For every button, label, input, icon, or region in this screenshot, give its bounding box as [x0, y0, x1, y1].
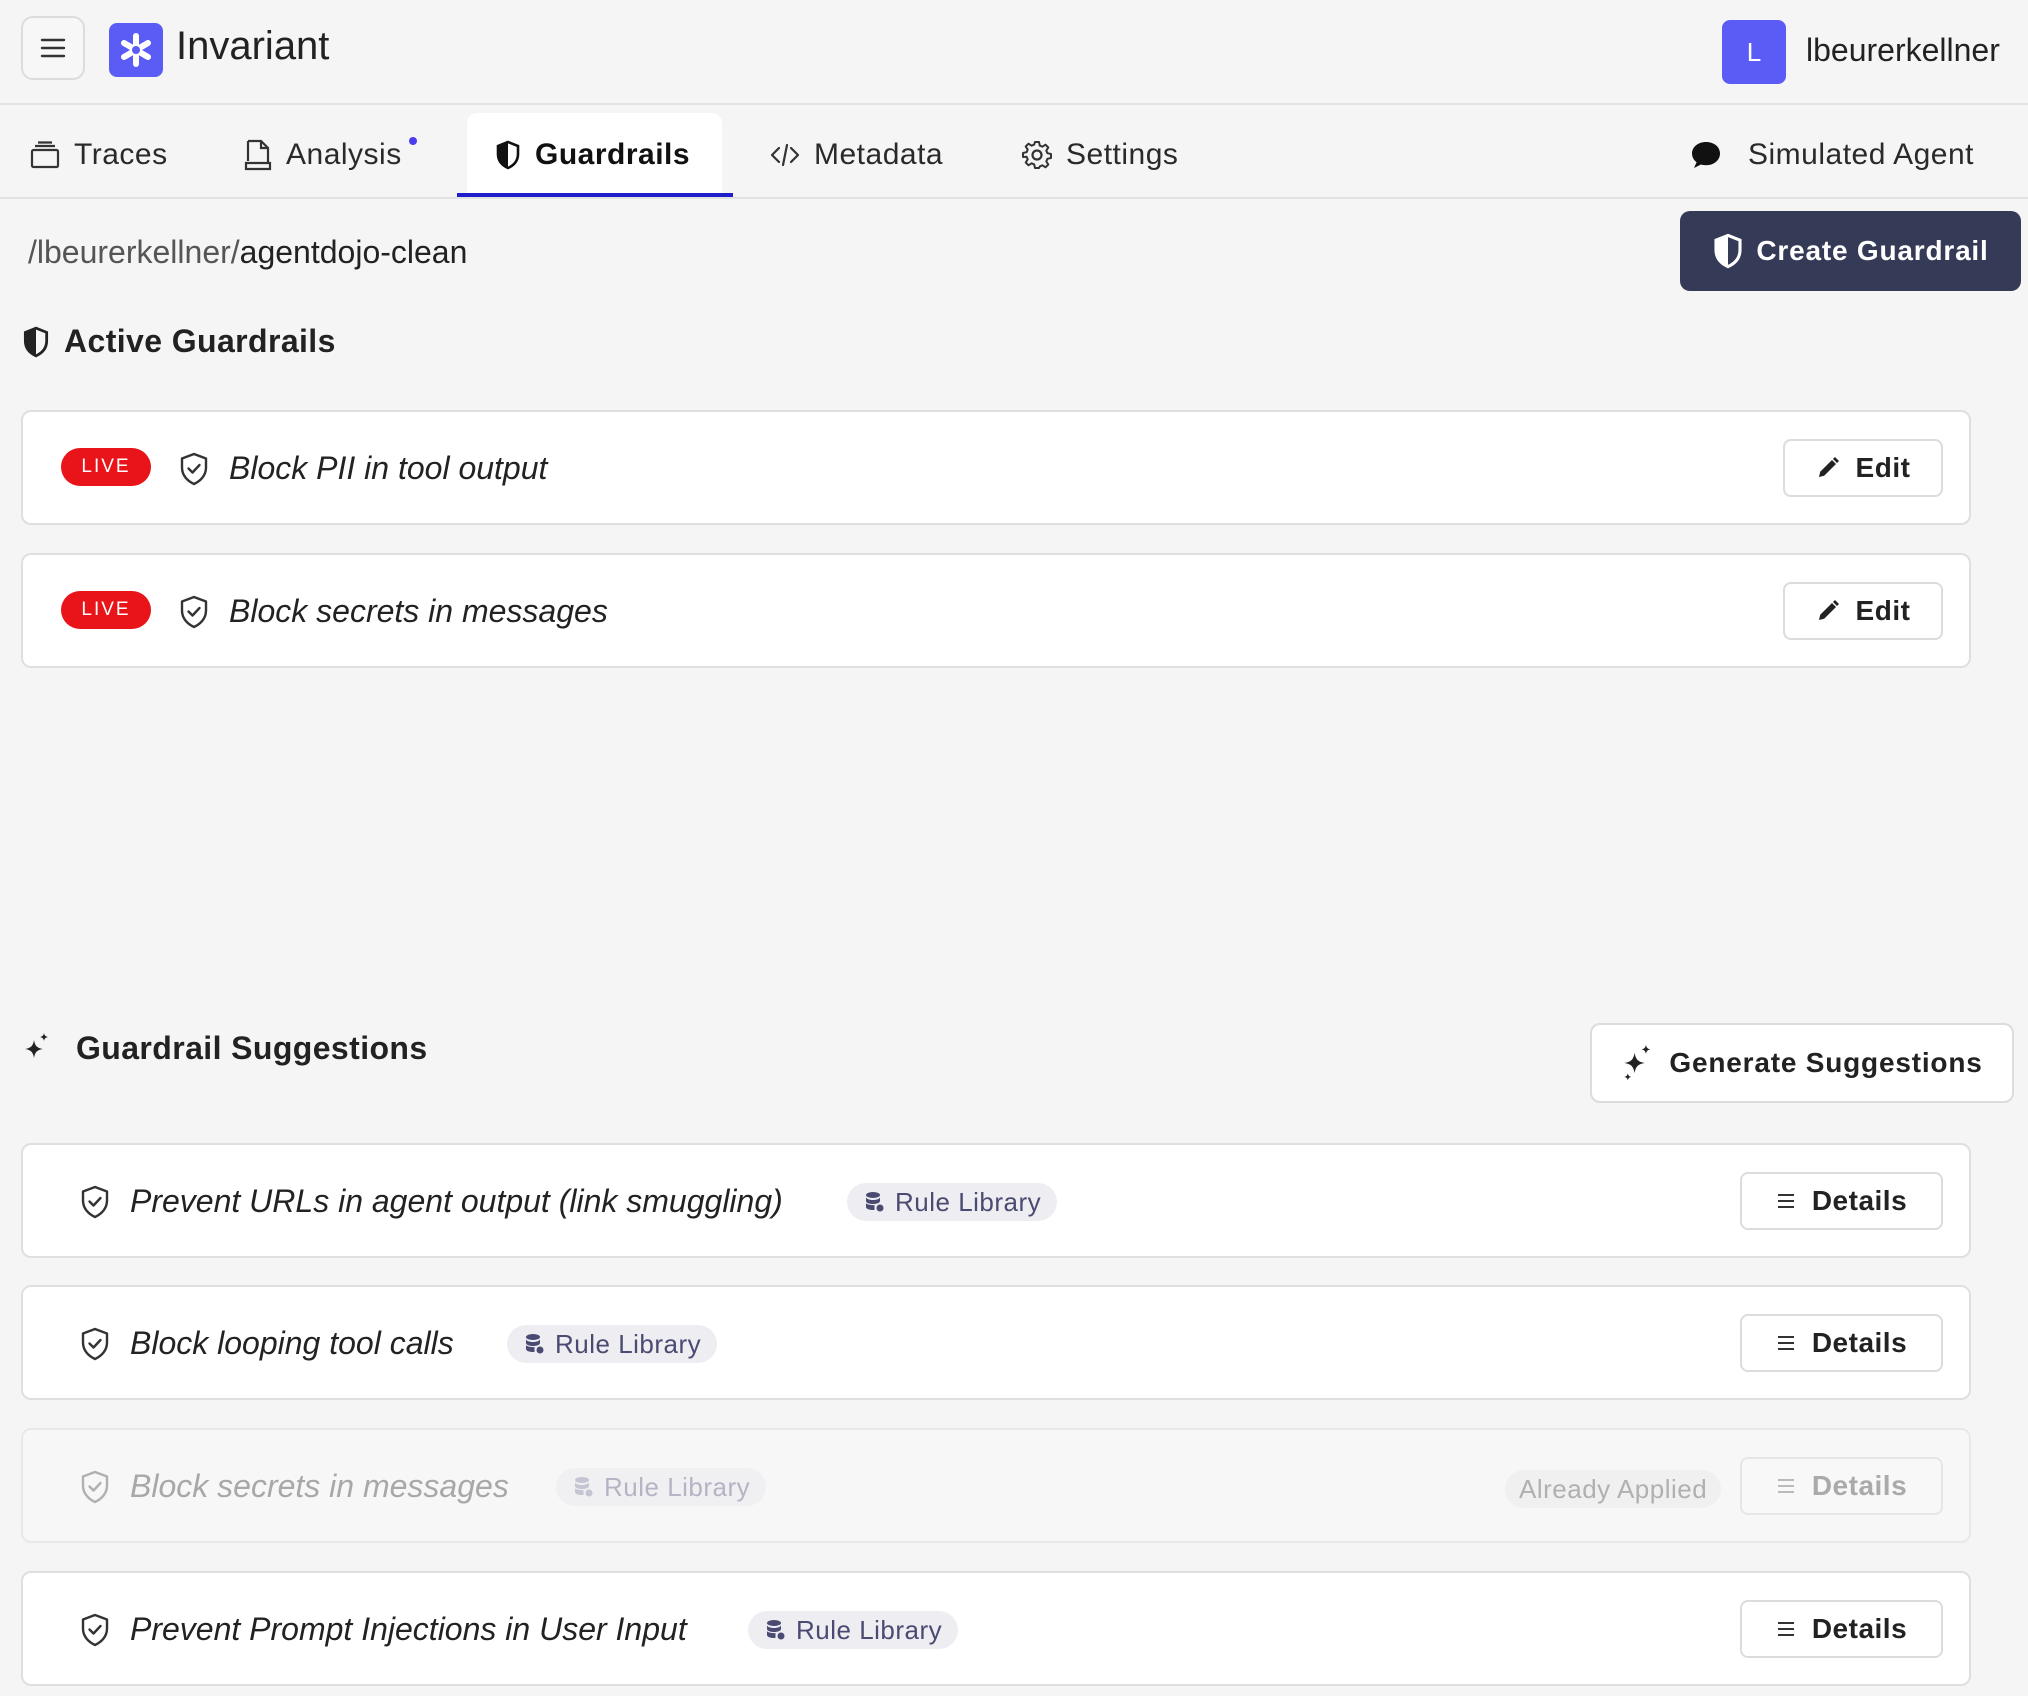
suggestion-title[interactable]: Prevent URLs in agent output (link smugg…	[130, 1183, 783, 1220]
tab-traces[interactable]: Traces	[30, 113, 168, 197]
suggestion-title[interactable]: Prevent Prompt Injections in User Input	[130, 1611, 687, 1648]
suggestion-title: Block secrets in messages	[130, 1468, 509, 1504]
active-guardrails-heading: Active Guardrails	[22, 323, 336, 360]
edit-label: Edit	[1855, 452, 1911, 483]
active-guardrail-card: LIVE Block PII in tool output Edit	[21, 410, 1971, 525]
tab-label: Settings	[1066, 138, 1179, 171]
document-icon	[244, 139, 272, 171]
code-icon	[770, 142, 800, 168]
stack-icon	[30, 141, 60, 169]
details-button[interactable]: Details	[1740, 1172, 1943, 1230]
tab-metadata[interactable]: Metadata	[770, 113, 943, 197]
app-name: Invariant	[176, 24, 330, 68]
tab-label: Analysis	[286, 138, 402, 171]
guardrail-title[interactable]: Block PII in tool output	[229, 450, 547, 487]
tag-label: Rule Library	[555, 1328, 702, 1359]
details-button[interactable]: Details	[1740, 1314, 1943, 1372]
details-label: Details	[1811, 1613, 1908, 1644]
hamburger-icon	[40, 37, 66, 59]
section-title: Guardrail Suggestions	[76, 1030, 428, 1066]
list-icon	[1776, 1621, 1796, 1637]
details-label: Details	[1811, 1327, 1908, 1358]
create-guardrail-label: Create Guardrail	[1756, 235, 1989, 266]
pencil-icon	[1816, 599, 1840, 623]
details-label: Details	[1811, 1185, 1908, 1216]
details-label: Details	[1811, 1470, 1908, 1501]
avatar[interactable]: L	[1722, 20, 1786, 84]
breadcrumb-owner[interactable]: /lbeurerkellner/	[28, 234, 240, 270]
tab-settings[interactable]: Settings	[1022, 113, 1178, 197]
suggestion-title[interactable]: Block looping tool calls	[130, 1325, 454, 1362]
tag-label: Rule Library	[895, 1186, 1042, 1217]
live-badge: LIVE	[61, 591, 151, 629]
tag-label: Rule Library	[604, 1471, 751, 1502]
database-icon	[865, 1191, 885, 1213]
shield-check-icon	[79, 1326, 111, 1362]
suggestion-card: Block looping tool calls Rule Library De…	[21, 1285, 1971, 1400]
shield-check-icon	[178, 594, 210, 630]
tag-label: Rule Library	[796, 1614, 943, 1645]
generate-suggestions-button[interactable]: Generate Suggestions	[1590, 1023, 2014, 1103]
active-tab-indicator	[457, 193, 733, 197]
tab-label: Guardrails	[535, 138, 691, 171]
simulated-agent-button[interactable]: Simulated Agent	[1690, 113, 1974, 197]
chat-bubble-icon	[1690, 140, 1722, 170]
breadcrumb-project[interactable]: agentdojo-clean	[240, 234, 468, 270]
database-icon	[525, 1333, 545, 1355]
sparkles-icon	[22, 1032, 52, 1066]
suggestion-card-disabled: Block secrets in messages Rule Library A…	[21, 1428, 1971, 1543]
top-bar: Invariant L lbeurerkellner	[0, 0, 2028, 105]
menu-button[interactable]	[21, 16, 85, 80]
rule-library-tag: Rule Library	[748, 1611, 959, 1649]
username[interactable]: lbeurerkellner	[1806, 32, 2000, 69]
list-icon	[1776, 1335, 1796, 1351]
suggestion-card: Prevent URLs in agent output (link smugg…	[21, 1143, 1971, 1258]
tab-bar: Traces Analysis Guardrails Metadata Sett…	[0, 105, 2028, 199]
list-icon	[1776, 1193, 1796, 1209]
shield-check-icon	[79, 1612, 111, 1648]
shield-check-icon	[178, 451, 210, 487]
section-title: Active Guardrails	[64, 323, 336, 359]
shield-icon	[22, 326, 50, 358]
shield-icon	[1712, 233, 1744, 269]
details-button-disabled: Details	[1740, 1457, 1943, 1515]
simulated-agent-label: Simulated Agent	[1748, 138, 1974, 171]
tab-guardrails[interactable]: Guardrails	[467, 113, 722, 197]
breadcrumb: /lbeurerkellner/agentdojo-clean	[28, 234, 467, 271]
shield-check-icon	[79, 1469, 111, 1505]
live-badge: LIVE	[61, 448, 151, 486]
database-icon	[574, 1476, 594, 1498]
list-icon	[1776, 1478, 1796, 1494]
shield-icon	[495, 140, 521, 170]
rule-library-tag: Rule Library	[847, 1183, 1058, 1221]
create-guardrail-button[interactable]: Create Guardrail	[1680, 211, 2021, 291]
guardrail-suggestions-heading: Guardrail Suggestions	[22, 1030, 428, 1067]
gear-icon	[1022, 140, 1052, 170]
guardrail-title[interactable]: Block secrets in messages	[229, 593, 608, 630]
database-icon	[766, 1619, 786, 1641]
details-button[interactable]: Details	[1740, 1600, 1943, 1658]
rule-library-tag: Rule Library	[556, 1468, 767, 1506]
tab-label: Traces	[74, 138, 168, 171]
tab-analysis[interactable]: Analysis	[244, 113, 417, 197]
edit-button[interactable]: Edit	[1783, 439, 1943, 497]
sparkles-icon	[1621, 1043, 1655, 1083]
pencil-icon	[1816, 456, 1840, 480]
generate-suggestions-label: Generate Suggestions	[1669, 1047, 1983, 1078]
already-applied-badge: Already Applied	[1505, 1470, 1722, 1508]
logo-icon[interactable]	[109, 23, 163, 77]
notification-dot	[409, 137, 417, 145]
active-guardrail-card: LIVE Block secrets in messages Edit	[21, 553, 1971, 668]
edit-label: Edit	[1855, 595, 1911, 626]
shield-check-icon	[79, 1184, 111, 1220]
suggestion-card: Prevent Prompt Injections in User Input …	[21, 1571, 1971, 1686]
rule-library-tag: Rule Library	[507, 1325, 718, 1363]
tab-label: Metadata	[814, 138, 944, 171]
edit-button[interactable]: Edit	[1783, 582, 1943, 640]
